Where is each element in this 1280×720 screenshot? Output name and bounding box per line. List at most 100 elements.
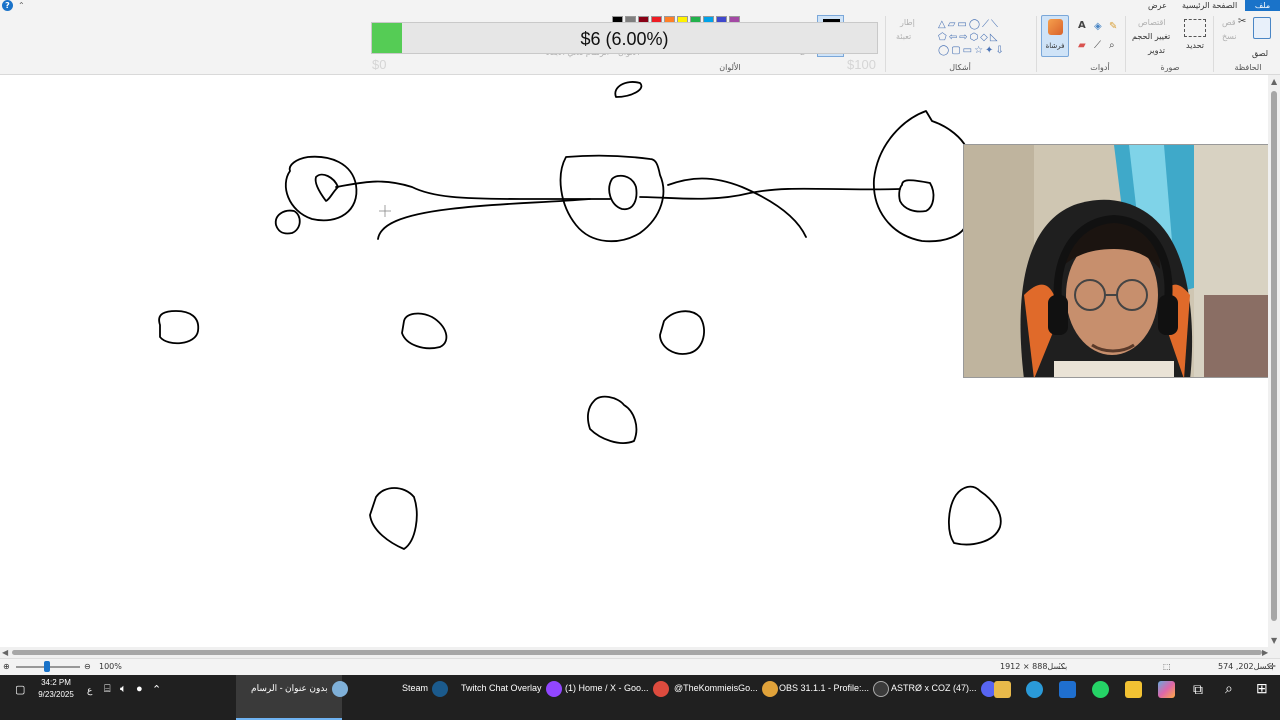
taskbar-item-discord[interactable]: ASTRØ x COZ (47)... [877,675,997,720]
taskbar-item-twitch[interactable]: Twitch Chat Overlay [449,675,562,720]
stroke [401,312,448,350]
help-icon[interactable]: ? [2,0,13,11]
fill-icon[interactable]: ◈ [1094,21,1102,32]
stroke [274,209,301,235]
edge-icon[interactable] [1026,681,1043,698]
whatsapp-icon[interactable] [1092,681,1109,698]
scroll-up-icon[interactable]: ▲ [1271,77,1277,86]
stroke [948,485,1002,546]
image-group-label: صورة [1160,63,1180,72]
outlook-icon[interactable] [1059,681,1076,698]
colors-group-label: الألوان [719,63,741,72]
tab-home[interactable]: الصفحة الرئيسية [1176,0,1243,11]
horizontal-scrollbar[interactable] [0,647,1280,658]
donation-max-label: $100 [847,57,876,72]
network-icon[interactable]: ⌸ [104,683,111,696]
copilot-icon[interactable] [1158,681,1175,698]
start-icon[interactable]: ⊞ [1256,680,1268,697]
taskbar-item-obs[interactable]: OBS 31.1.1 - Profile:... [770,675,890,720]
webcam-image [964,145,1272,377]
crop-button[interactable]: اقتصاص [1138,18,1166,27]
resize-button[interactable]: تغيير الحجم [1132,32,1170,41]
cursor-crosshair-icon [379,205,391,217]
file-explorer-icon[interactable] [994,681,1011,698]
stroke [587,395,638,444]
webcam-feed [963,144,1273,378]
vertical-scrollbar[interactable] [1268,75,1280,647]
taskbar-item-paint[interactable]: بدون عنوان - الرسام [236,675,348,720]
stroke [659,310,705,355]
zoom-in-icon[interactable]: ⊕ [3,662,10,671]
copy-button[interactable]: نسخ [1222,32,1237,41]
input-language[interactable]: ع [87,685,92,696]
select-icon[interactable] [1184,19,1206,37]
zoom-level: 100% [99,662,122,671]
ribbon-tabs: ? ⌃ عرض الصفحة الرئيسية ملف [0,0,1280,12]
scroll-right-icon[interactable]: ▶ [1262,648,1268,657]
shape-outline-button[interactable]: إطار [900,18,915,27]
shapes-gallery[interactable]: △▱▭◯⟋⟍ ⬠⇦⇨⬡◇◺ ◯▢▭☆✦⇩ [938,18,1033,56]
stroke [873,110,967,243]
cursor-position-icon: ✛ [1269,662,1276,671]
stroke [285,155,358,222]
brushes-button[interactable]: فرشاة [1041,15,1069,57]
task-view-icon[interactable]: ⧉ [1193,681,1203,698]
tab-file[interactable]: ملف [1245,0,1280,11]
pencil-icon[interactable]: ✎ [1109,21,1117,32]
shapes-group-label: أشكال [949,63,971,72]
donation-min-label: $0 [372,57,387,72]
text-icon[interactable]: A [1078,20,1086,31]
stroke [639,187,901,200]
stroke [369,487,418,550]
divider [1213,16,1214,72]
divider [1036,16,1037,72]
taskbar-item-steam[interactable]: Steam [346,675,449,720]
tab-view[interactable]: عرض [1142,0,1173,11]
canvas-size: 1912 × 888بكسل [1000,662,1068,671]
cut-button[interactable]: قص [1222,18,1236,27]
scroll-down-icon[interactable]: ▼ [1271,636,1277,645]
donation-amount: $6 (6.00%) [580,29,669,49]
zoom-out-icon[interactable]: ⊖ [84,662,91,671]
stroke [608,174,638,211]
cut-icon: ✂ [1238,16,1247,27]
store-icon[interactable] [1125,681,1142,698]
taskbar-item-chrome[interactable]: @TheKommieisGo... [663,675,778,720]
scroll-thumb[interactable] [1271,91,1277,621]
color-picker-icon[interactable]: ⟋ [1094,40,1101,51]
magnifier-icon[interactable]: ⌕ [1109,40,1115,51]
brush-icon [1048,19,1063,35]
stroke [335,180,611,200]
selection-size-icon: ⬚ [1163,662,1171,671]
stroke [614,81,643,98]
divider [885,16,886,72]
clock[interactable]: 34:2 PM 9/23/2025 [36,677,76,701]
steam-icon [432,680,449,697]
status-bar: ⊕ ⊖ 100% 1912 × 888بكسل ⛶ ⬚ 574 ,202بكسل… [0,658,1280,675]
select-button[interactable]: تحديد [1186,41,1204,50]
taskbar-item-x[interactable]: (1) Home / X - Goo... [556,675,669,720]
paste-button[interactable]: لصق [1252,49,1268,58]
rotate-button[interactable]: تدوير [1148,46,1165,55]
clipboard-group-label: الحافظة [1234,63,1262,72]
collapse-ribbon-icon[interactable]: ⌃ [18,0,25,11]
tray-overflow-icon[interactable]: ⌃ [152,683,161,696]
scroll-left-icon[interactable]: ◀ [2,648,8,657]
volume-icon[interactable]: 🔈︎ [120,683,127,696]
tools-group-label: أدوات [1090,63,1110,72]
scroll-thumb[interactable] [12,650,1262,655]
stroke [667,177,807,238]
eraser-icon[interactable]: ▰ [1078,40,1086,51]
stroke [158,310,200,345]
stroke [314,173,339,202]
divider [1125,16,1126,72]
search-icon[interactable]: ⌕ [1225,680,1233,697]
shape-fill-button[interactable]: تعبئة [896,32,911,41]
taskbar: ▢ 34:2 PM 9/23/2025 ع ⌸ 🔈︎ ● ⌃ بدون عنوا… [0,675,1280,720]
notification-icon[interactable]: ▢ [15,683,25,696]
paste-icon[interactable] [1253,17,1271,39]
microphone-icon[interactable]: ● [136,683,143,695]
zoom-slider-thumb[interactable] [44,661,50,672]
canvas-size-icon: ⛶ [1059,662,1065,671]
stroke [377,198,591,240]
